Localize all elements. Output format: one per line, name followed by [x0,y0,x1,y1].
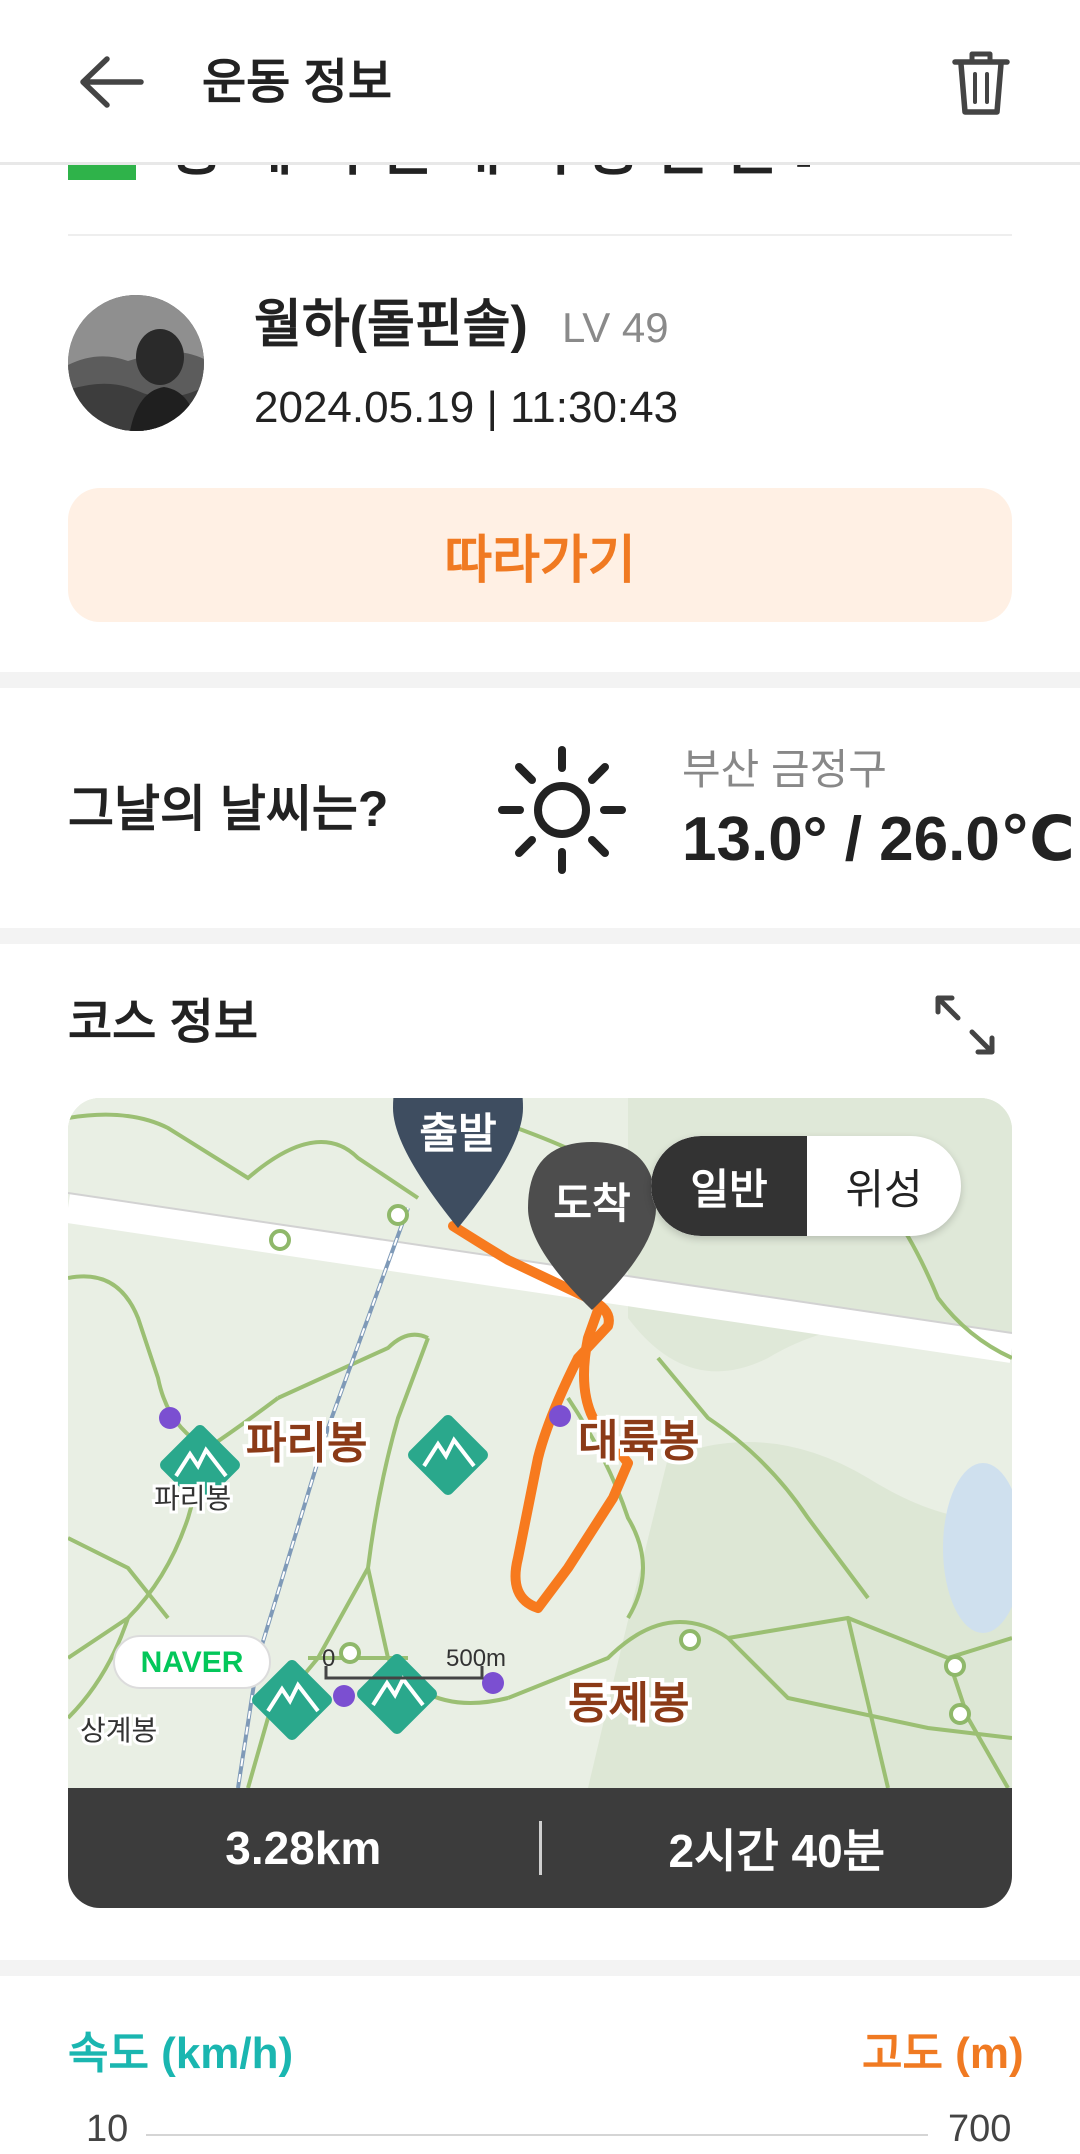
course-map[interactable]: 출발 도착 파리봉 대륙봉 동제봉 파리봉 상계봉 0 500m NAVER 일… [68,1098,1012,1788]
course-duration: 2시간 40분 [668,1825,886,1877]
scale-zero: 0 [322,1645,335,1672]
expand-icon [935,995,995,1055]
section-gap [0,1960,1080,1976]
weather-location: 부산 금정구 [682,746,887,793]
top-bar: 운동 정보 [0,0,1080,165]
divider [68,234,1012,236]
expand-map-button[interactable] [930,990,1000,1060]
follow-button[interactable]: 따라가기 [68,488,1012,622]
map-type-toggle[interactable]: 일반 위성 [651,1136,961,1236]
avatar-image [68,295,204,431]
peak-label-sanggye: 상계봉 [80,1715,157,1746]
course-stats-bar: 3.28km 2시간 40분 [68,1788,1012,1908]
peak-label-pari-small: 파리봉 [154,1483,231,1514]
section-gap [0,672,1080,688]
weather-question: 그날의 날씨는? [68,781,389,837]
trash-icon [952,51,1010,115]
course-title: 코스 정보 [68,996,258,1049]
sun-icon [494,742,630,878]
user-name[interactable]: 월하(돌핀솔) [254,292,528,358]
speed-axis-max: 10 [86,2108,129,2150]
naver-logo: NAVER [113,1635,271,1689]
avatar[interactable] [68,295,204,431]
activity-datetime: 2024.05.19 | 11:30:43 [254,383,679,432]
altitude-axis-label: 고도 (m) [862,2029,1024,2078]
section-gap [0,928,1080,944]
chart-gridline [146,2134,928,2136]
back-button[interactable] [72,45,152,119]
delete-button[interactable] [938,40,1024,126]
peak-label-dongje: 동제봉 [568,1679,689,1728]
start-marker-label: 출발 [419,1110,496,1157]
course-distance: 3.28km [225,1822,382,1874]
arrow-left-icon [80,56,144,108]
weather-temperature: 13.0° / 26.0℃ [682,805,1075,874]
map-type-satellite[interactable]: 위성 [807,1136,961,1236]
altitude-axis-max: 700 [948,2108,1012,2150]
page-title: 운동 정보 [202,56,392,109]
speed-axis-label: 속도 (km/h) [68,2029,294,2078]
user-level: LV 49 [562,304,669,351]
scale-distance: 500m [446,1645,506,1672]
naver-logo-text: NAVER [141,1646,244,1679]
end-marker-label: 도착 [553,1180,630,1227]
map-type-normal[interactable]: 일반 [651,1136,807,1236]
peak-label-daeryuk: 대륙봉 [578,1417,699,1466]
peak-label-pari: 파리봉 [246,1419,367,1468]
